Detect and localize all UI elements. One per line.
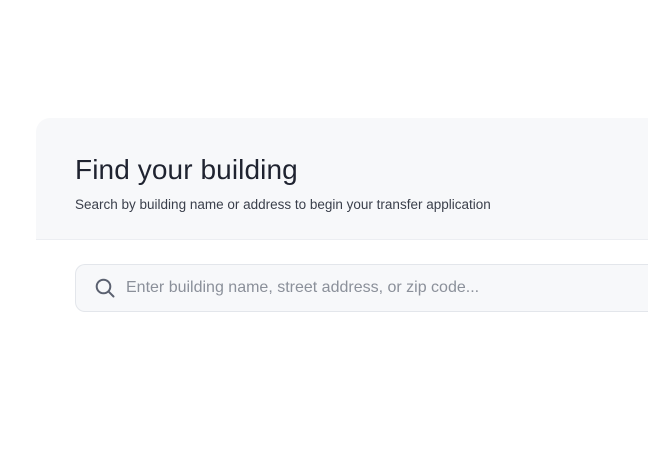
page-subtitle: Search by building name or address to be… <box>75 197 491 212</box>
search-icon <box>94 277 116 299</box>
building-search-card: Find your building Search by building na… <box>36 118 648 378</box>
card-header: Find your building Search by building na… <box>36 118 648 240</box>
page: Find your building Search by building na… <box>0 0 648 466</box>
page-title: Find your building <box>75 154 298 185</box>
search-box[interactable] <box>75 264 648 312</box>
search-input[interactable] <box>126 265 648 311</box>
card-body <box>36 240 648 312</box>
